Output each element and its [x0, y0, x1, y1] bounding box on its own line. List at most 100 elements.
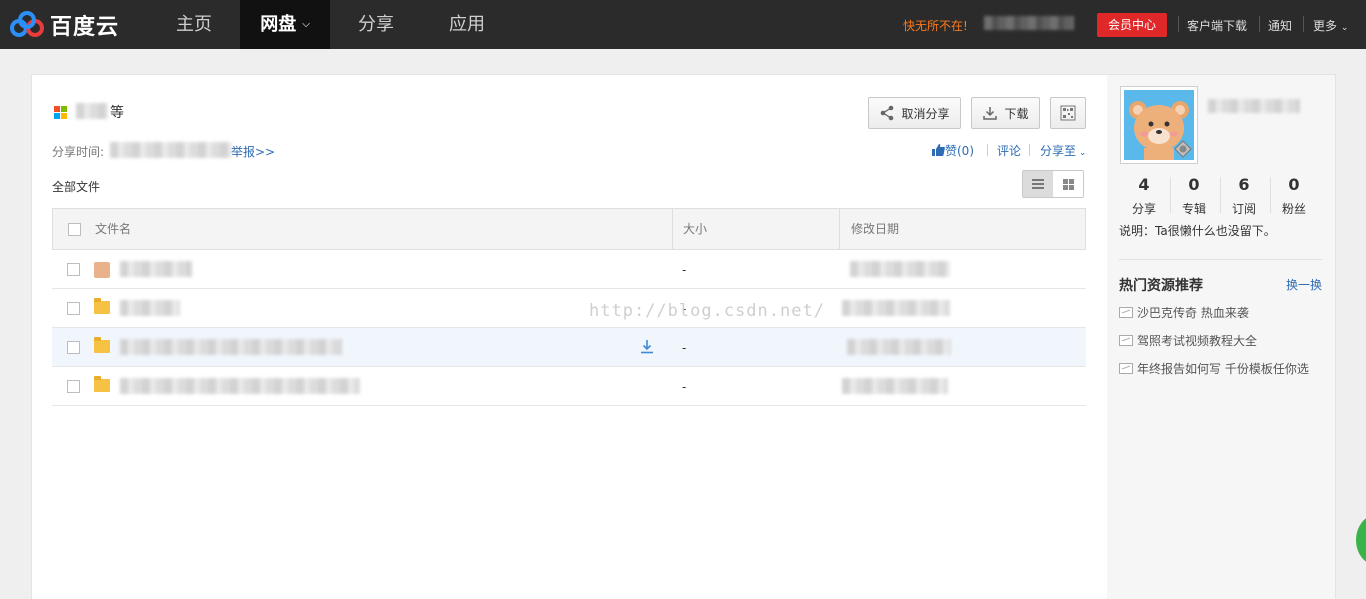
notifications-link[interactable]: 通知: [1268, 17, 1292, 34]
download-label: 下载: [1004, 106, 1029, 121]
file-table: 文件名 大小 修改日期 - - - -: [52, 208, 1086, 406]
avatar[interactable]: [1120, 86, 1198, 164]
stat-followers[interactable]: 0 粉丝: [1269, 175, 1319, 217]
share-time-label: 分享时间:: [52, 145, 105, 159]
username-redacted[interactable]: [1208, 99, 1300, 113]
table-row[interactable]: -: [52, 289, 1086, 328]
date-redacted: [847, 339, 951, 355]
table-row[interactable]: -: [52, 328, 1086, 367]
file-size: -: [682, 380, 687, 394]
more-label: 更多: [1313, 19, 1338, 33]
image-icon: [1119, 335, 1133, 346]
thumbs-up-icon: [932, 144, 945, 156]
watermark: http://blog.csdn.net/: [589, 301, 825, 321]
stat-albums[interactable]: 0 专辑: [1169, 175, 1219, 217]
badge-icon: [1174, 140, 1192, 158]
nav-share[interactable]: 分享: [332, 0, 420, 49]
date-redacted: [842, 300, 950, 316]
share-to-dropdown[interactable]: 分享至 ⌄: [1040, 142, 1086, 159]
username-redacted[interactable]: [984, 16, 1074, 30]
chevron-down-icon: ⌄: [1340, 23, 1349, 33]
grid-view-button[interactable]: [1053, 171, 1083, 197]
client-download-link[interactable]: 客户端下载: [1187, 17, 1247, 34]
table-header: 文件名 大小 修改日期: [52, 208, 1086, 250]
floating-feedback-button[interactable]: [1356, 515, 1366, 565]
stat-label: 粉丝: [1281, 202, 1306, 216]
nav-netdisk-label: 网盘: [260, 14, 297, 35]
comment-link[interactable]: 评论: [997, 142, 1021, 159]
sharer-sidebar: 4 分享 0 专辑 6 订阅 0 粉丝 说明：Ta很懒什么也没留下。 热门资源推…: [1107, 74, 1336, 599]
stat-label: 订阅: [1231, 202, 1256, 216]
windows-logo-icon: [54, 106, 68, 120]
nav-netdisk[interactable]: 网盘 ⌵: [240, 0, 330, 49]
qr-code-button[interactable]: [1050, 97, 1086, 129]
filename-redacted[interactable]: [120, 378, 360, 394]
share-time-redacted: [110, 142, 232, 158]
view-toggle: [1022, 170, 1084, 198]
row-checkbox[interactable]: [67, 263, 80, 276]
promo-text[interactable]: 快无所不在!: [903, 17, 968, 34]
share-main-panel: 等 分享时间: 举报>> 取消分享 下载 赞(0) 评论 分享至 ⌄ 全部文件 …: [31, 74, 1108, 599]
share-to-label: 分享至: [1040, 144, 1077, 158]
column-modified-date[interactable]: 修改日期: [851, 209, 899, 249]
folder-icon: [94, 337, 110, 353]
column-size[interactable]: 大小: [683, 209, 707, 249]
row-checkbox[interactable]: [67, 380, 80, 393]
cancel-share-label: 取消分享: [901, 106, 950, 121]
recommendation-label: 年终报告如何写 千份模板任你选: [1137, 362, 1309, 376]
share-title: 等: [110, 105, 124, 121]
more-link[interactable]: 更多 ⌄: [1313, 17, 1348, 34]
like-label: 赞(0): [945, 144, 974, 158]
report-link[interactable]: 举报>>: [231, 143, 275, 160]
user-description: 说明：Ta很懒什么也没留下。: [1119, 224, 1276, 238]
divider: [1303, 16, 1304, 32]
filename-redacted[interactable]: [120, 339, 342, 355]
recommendation-item[interactable]: 驾照考试视频教程大全: [1119, 332, 1257, 349]
divider: [1178, 16, 1179, 32]
recommendation-item[interactable]: 沙巴克传奇 热血来袭: [1119, 304, 1249, 321]
image-file-icon: [94, 262, 110, 278]
cancel-share-button[interactable]: 取消分享: [868, 97, 961, 129]
row-checkbox[interactable]: [67, 341, 80, 354]
filename-redacted[interactable]: [120, 300, 180, 316]
column-filename[interactable]: 文件名: [95, 209, 131, 249]
recommendation-label: 驾照考试视频教程大全: [1137, 334, 1258, 348]
stat-number: 0: [1188, 175, 1200, 194]
nav-home[interactable]: 主页: [150, 0, 238, 49]
stat-shares[interactable]: 4 分享: [1119, 175, 1169, 217]
download-icon[interactable]: [639, 339, 655, 355]
list-view-button[interactable]: [1023, 171, 1053, 197]
divider: [1029, 144, 1030, 156]
filename-redacted[interactable]: [120, 261, 192, 277]
file-size: -: [682, 263, 687, 277]
nav-share-label: 分享: [358, 14, 394, 35]
stat-label: 专辑: [1181, 202, 1206, 216]
recommendation-item[interactable]: 年终报告如何写 千份模板任你选: [1119, 360, 1309, 377]
image-icon: [1119, 363, 1133, 374]
share-icon: [881, 105, 894, 121]
nav-home-label: 主页: [176, 14, 212, 35]
date-redacted: [850, 261, 950, 277]
divider: [1119, 259, 1322, 260]
vip-center-button[interactable]: 会员中心: [1097, 13, 1167, 37]
table-row[interactable]: -: [52, 250, 1086, 289]
baidu-cloud-logo[interactable]: 百度云: [10, 10, 119, 40]
like-button[interactable]: 赞(0): [932, 142, 974, 159]
stat-subscriptions[interactable]: 6 订阅: [1219, 175, 1269, 217]
divider: [1259, 16, 1260, 32]
breadcrumb[interactable]: 全部文件: [52, 178, 100, 195]
cloud-logo-icon: [10, 11, 44, 37]
select-all-checkbox[interactable]: [68, 223, 81, 236]
nav-apps-label: 应用: [449, 14, 485, 35]
recommendation-label: 沙巴克传奇 热血来袭: [1137, 306, 1249, 320]
table-row[interactable]: -: [52, 367, 1086, 406]
refresh-link[interactable]: 换一换: [1286, 276, 1322, 293]
list-icon: [1032, 179, 1044, 189]
row-checkbox[interactable]: [67, 302, 80, 315]
image-icon: [1119, 307, 1133, 318]
qr-code-icon: [1060, 105, 1076, 121]
chevron-down-icon: ⌄: [1076, 148, 1087, 158]
download-button[interactable]: 下载: [971, 97, 1040, 129]
nav-apps[interactable]: 应用: [422, 0, 512, 49]
chevron-down-icon: ⌵: [302, 19, 310, 30]
